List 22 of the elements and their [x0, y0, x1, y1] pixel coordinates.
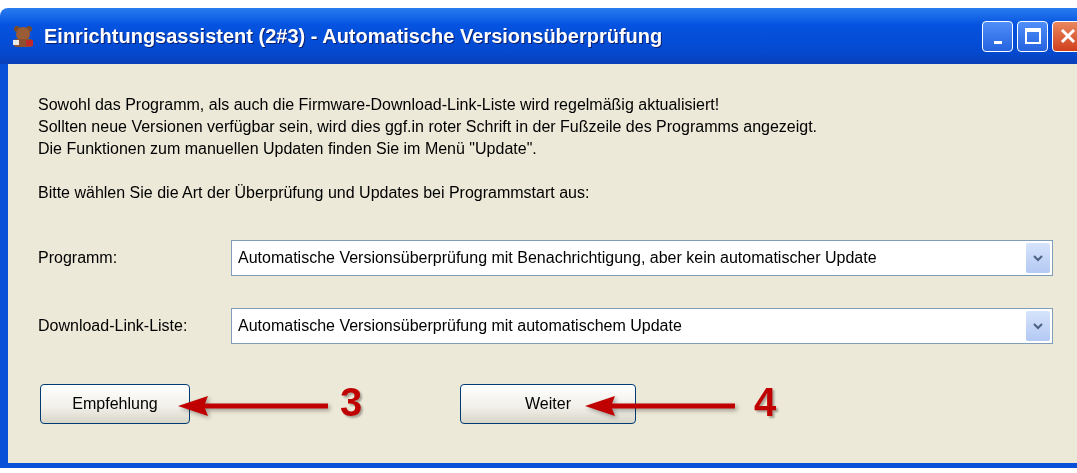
close-button[interactable] — [1052, 20, 1077, 52]
bear-icon — [12, 25, 34, 47]
minimize-button[interactable] — [982, 20, 1013, 52]
wizard-button[interactable]: Empfehlung — [40, 384, 190, 424]
intro-text: Sowohl das Programm, als auch die Firmware-Download-Link-Liste wird regelmäßig aktualisiert! — [38, 95, 721, 115]
maximize-button[interactable] — [1017, 20, 1048, 52]
close-icon — [1059, 28, 1076, 44]
dropdown[interactable]: Automatische Versionsüberprüfung mit Benachrichtigung, aber kein automatischer Update — [231, 240, 1053, 276]
step-number: 4 — [754, 380, 777, 425]
setting-label: Download-Link-Liste: — [38, 317, 189, 335]
arrow-icon — [178, 394, 328, 418]
step-number: 3 — [340, 380, 363, 425]
wizard-button[interactable]: Weiter — [460, 384, 636, 424]
minimize-icon — [993, 40, 1002, 44]
setting-label: Programm: — [38, 249, 119, 267]
arrow-icon — [585, 394, 735, 418]
intro-text: Sollten neue Versionen verfügbar sein, wird dies ggf.in roter Schrift in der Fußzeile des Programms angezeigt. — [38, 117, 819, 137]
intro-text: Die Funktionen zum manuellen Updaten finden Sie im Menü "Update". — [38, 139, 538, 159]
maximize-icon — [1024, 28, 1041, 44]
dropdown[interactable]: Automatische Versionsüberprüfung mit automatischem Update — [231, 308, 1053, 344]
prompt-text: Bitte wählen Sie die Art der Überprüfung und Updates bei Programmstart aus: — [38, 183, 591, 203]
window-title: Einrichtungsassistent (2#3) - Automatische Versionsüberprüfung — [44, 24, 663, 48]
